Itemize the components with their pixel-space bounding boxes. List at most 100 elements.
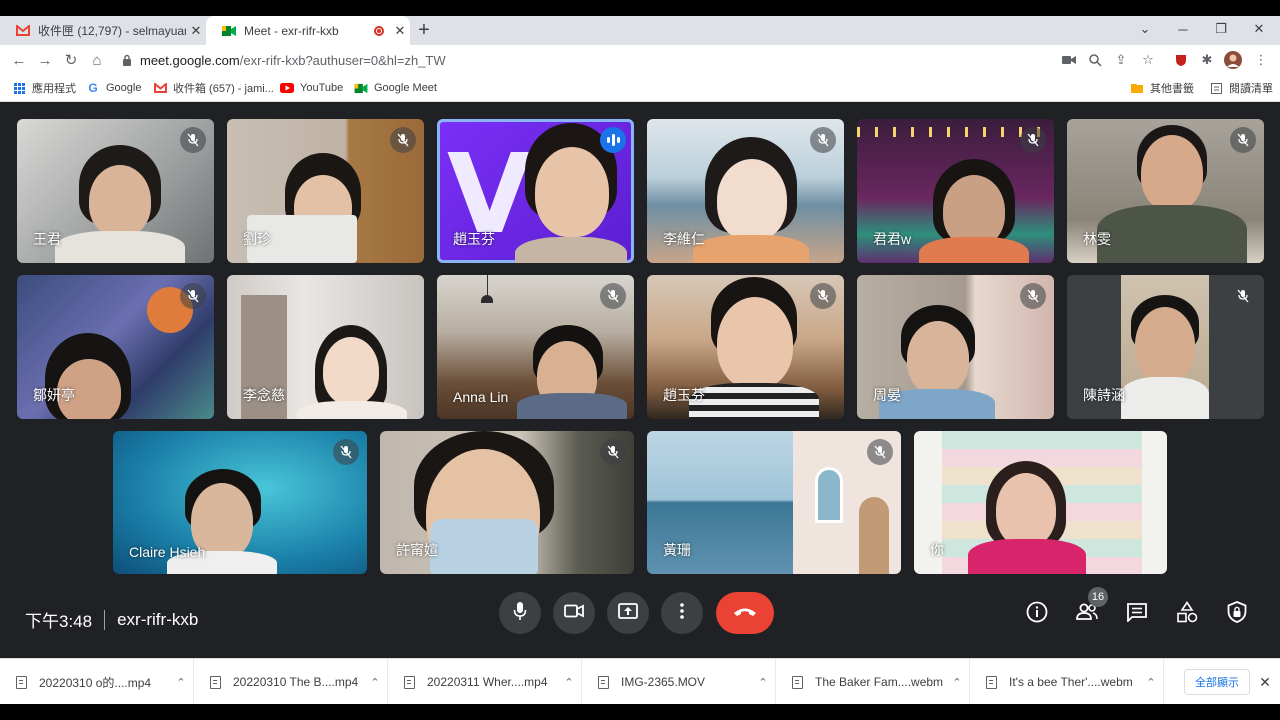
minimize-icon[interactable]: ─ xyxy=(1164,16,1202,42)
participant-tile[interactable]: 許甯媗 xyxy=(380,431,634,574)
more-options-button[interactable] xyxy=(661,592,703,634)
reload-icon[interactable]: ↻ xyxy=(60,49,82,71)
participant-tile-self[interactable]: 你 xyxy=(914,431,1167,574)
bookmark-star-icon[interactable]: ☆ xyxy=(1137,49,1159,71)
chevron-up-icon[interactable]: ⌃ xyxy=(363,676,387,689)
participant-name: 君君w xyxy=(873,231,912,247)
pendant-lamp xyxy=(481,295,493,303)
participant-tile[interactable]: Anna Lin xyxy=(437,275,634,419)
participant-name: 你 xyxy=(930,542,944,558)
back-icon[interactable]: ← xyxy=(8,49,30,71)
leave-call-button[interactable] xyxy=(716,592,774,634)
extensions-puzzle-icon[interactable]: ✱ xyxy=(1196,49,1218,71)
download-item[interactable]: 20220310 The B....mp4 ⌃ xyxy=(194,659,388,705)
bookmark-gmail[interactable]: 收件箱 (657) - jami... xyxy=(153,80,274,96)
bookmark-youtube[interactable]: YouTube xyxy=(280,80,343,96)
download-item[interactable]: IMG-2365.MOV ⌃ xyxy=(582,659,776,705)
mic-off-icon xyxy=(180,283,206,309)
chevron-up-icon[interactable]: ⌃ xyxy=(751,676,775,689)
speaking-indicator-icon xyxy=(600,127,626,153)
mic-off-icon xyxy=(867,439,893,465)
reading-list[interactable]: 閱讀清單 xyxy=(1209,80,1273,96)
download-item[interactable]: 20220311 Wher....mp4 ⌃ xyxy=(388,659,582,705)
window-top-edge xyxy=(0,0,1280,16)
download-item[interactable]: The Baker Fam....webm ⌃ xyxy=(776,659,970,705)
participant-tile[interactable]: 李維仁 xyxy=(647,119,844,263)
participant-name: 許甯媗 xyxy=(396,542,438,558)
tab-gmail[interactable]: 收件匣 (12,797) - selmayuan40 ✕ xyxy=(0,16,206,45)
close-window-icon[interactable]: ✕ xyxy=(1240,16,1278,42)
participant-name: 林雯 xyxy=(1083,231,1111,247)
tab-close-icon[interactable]: ✕ xyxy=(186,23,206,39)
participant-tile[interactable]: 劉珍 xyxy=(227,119,424,263)
activities-button[interactable] xyxy=(1172,599,1202,629)
chevron-up-icon[interactable]: ⌃ xyxy=(169,676,193,689)
participant-name: 周晏 xyxy=(873,387,901,403)
meeting-details-button[interactable] xyxy=(1022,599,1052,629)
tab-search-icon[interactable]: ⌄ xyxy=(1126,16,1164,42)
home-icon[interactable]: ⌂ xyxy=(86,49,108,71)
share-icon[interactable]: ⇪ xyxy=(1110,49,1132,71)
present-screen-button[interactable] xyxy=(607,592,649,634)
lock-icon xyxy=(114,54,140,66)
participant-tile[interactable]: 趙玉芬 xyxy=(647,275,844,419)
zoom-icon[interactable] xyxy=(1084,49,1106,71)
mic-off-icon xyxy=(333,439,359,465)
meeting-code: exr-rifr-kxb xyxy=(117,609,199,629)
tab-meet[interactable]: Meet - exr-rifr-kxb ✕ xyxy=(206,16,410,45)
download-filename: It's a bee Ther'....webm xyxy=(1009,675,1133,689)
forward-icon[interactable]: → xyxy=(34,49,56,71)
download-item[interactable]: It's a bee Ther'....webm ⌃ xyxy=(970,659,1164,705)
participant-tile[interactable]: 陳詩涵 xyxy=(1067,275,1264,419)
chevron-up-icon[interactable]: ⌃ xyxy=(1139,676,1163,689)
gmail-icon xyxy=(16,24,30,38)
youtube-icon xyxy=(280,82,294,94)
participant-tile[interactable]: 李念慈 xyxy=(227,275,424,419)
bookmarks-bar: 應用程式 G Google 收件箱 (657) - jami... YouTub… xyxy=(0,75,1280,102)
other-bookmarks[interactable]: 其他書籤 xyxy=(1130,80,1194,96)
host-controls-button[interactable] xyxy=(1222,599,1252,629)
tab-close-icon[interactable]: ✕ xyxy=(390,23,410,39)
participant-name: 趙玉芬 xyxy=(663,387,705,403)
tab-strip: 收件匣 (12,797) - selmayuan40 ✕ Meet - exr-… xyxy=(0,16,1280,45)
downloads-shelf: 20220310 o的....mp4 ⌃ 20220310 The B....m… xyxy=(0,658,1280,705)
chevron-up-icon[interactable]: ⌃ xyxy=(945,676,969,689)
participant-tile[interactable]: 君君w xyxy=(857,119,1054,263)
participant-tile[interactable]: 鄒妍亭 xyxy=(17,275,214,419)
gmail-icon xyxy=(153,82,167,94)
participant-tile[interactable]: 王君 xyxy=(17,119,214,263)
new-tab-icon[interactable]: + xyxy=(414,16,434,45)
bookmark-label: Google Meet xyxy=(374,82,437,94)
participant-name: 陳詩涵 xyxy=(1083,387,1125,403)
file-icon xyxy=(404,675,415,689)
profile-avatar[interactable] xyxy=(1222,49,1244,71)
participant-tile[interactable]: 林雯 xyxy=(1067,119,1264,263)
mic-off-icon xyxy=(810,127,836,153)
microphone-button[interactable] xyxy=(499,592,541,634)
address-bar[interactable]: meet.google.com/exr-rifr-kxb?authuser=0&… xyxy=(114,47,1164,73)
camera-button[interactable] xyxy=(553,592,595,634)
chrome-menu-icon[interactable]: ⋮ xyxy=(1250,49,1272,71)
bookmark-meet[interactable]: Google Meet xyxy=(354,80,437,96)
participant-tile[interactable]: Claire Hsieh xyxy=(113,431,367,574)
chat-button[interactable] xyxy=(1122,599,1152,629)
participant-name: Anna Lin xyxy=(453,389,509,405)
download-item[interactable]: 20220310 o的....mp4 ⌃ xyxy=(0,659,194,705)
restore-icon[interactable]: ❐ xyxy=(1202,16,1240,42)
participant-tile-active-speaker[interactable]: V 趙玉芬 xyxy=(437,119,634,263)
mic-off-icon xyxy=(810,283,836,309)
mic-off-icon xyxy=(1020,127,1046,153)
bookmark-google[interactable]: G Google xyxy=(86,80,141,96)
participant-tile[interactable]: 周晏 xyxy=(857,275,1054,419)
url-host: meet.google.com xyxy=(140,52,240,68)
bookmark-label: 收件箱 (657) - jami... xyxy=(173,83,274,95)
show-all-downloads-button[interactable]: 全部顯示 xyxy=(1184,669,1250,695)
extension-shield-icon[interactable] xyxy=(1170,49,1192,71)
chevron-up-icon[interactable]: ⌃ xyxy=(557,676,581,689)
participant-tile[interactable]: 黃珊 xyxy=(647,431,901,574)
participant-name: 王君 xyxy=(33,231,61,247)
bookmark-apps[interactable]: 應用程式 xyxy=(12,80,76,96)
chat-icon xyxy=(1126,602,1148,627)
camera-icon[interactable] xyxy=(1058,49,1080,71)
close-downloads-icon[interactable]: ✕ xyxy=(1256,671,1274,693)
